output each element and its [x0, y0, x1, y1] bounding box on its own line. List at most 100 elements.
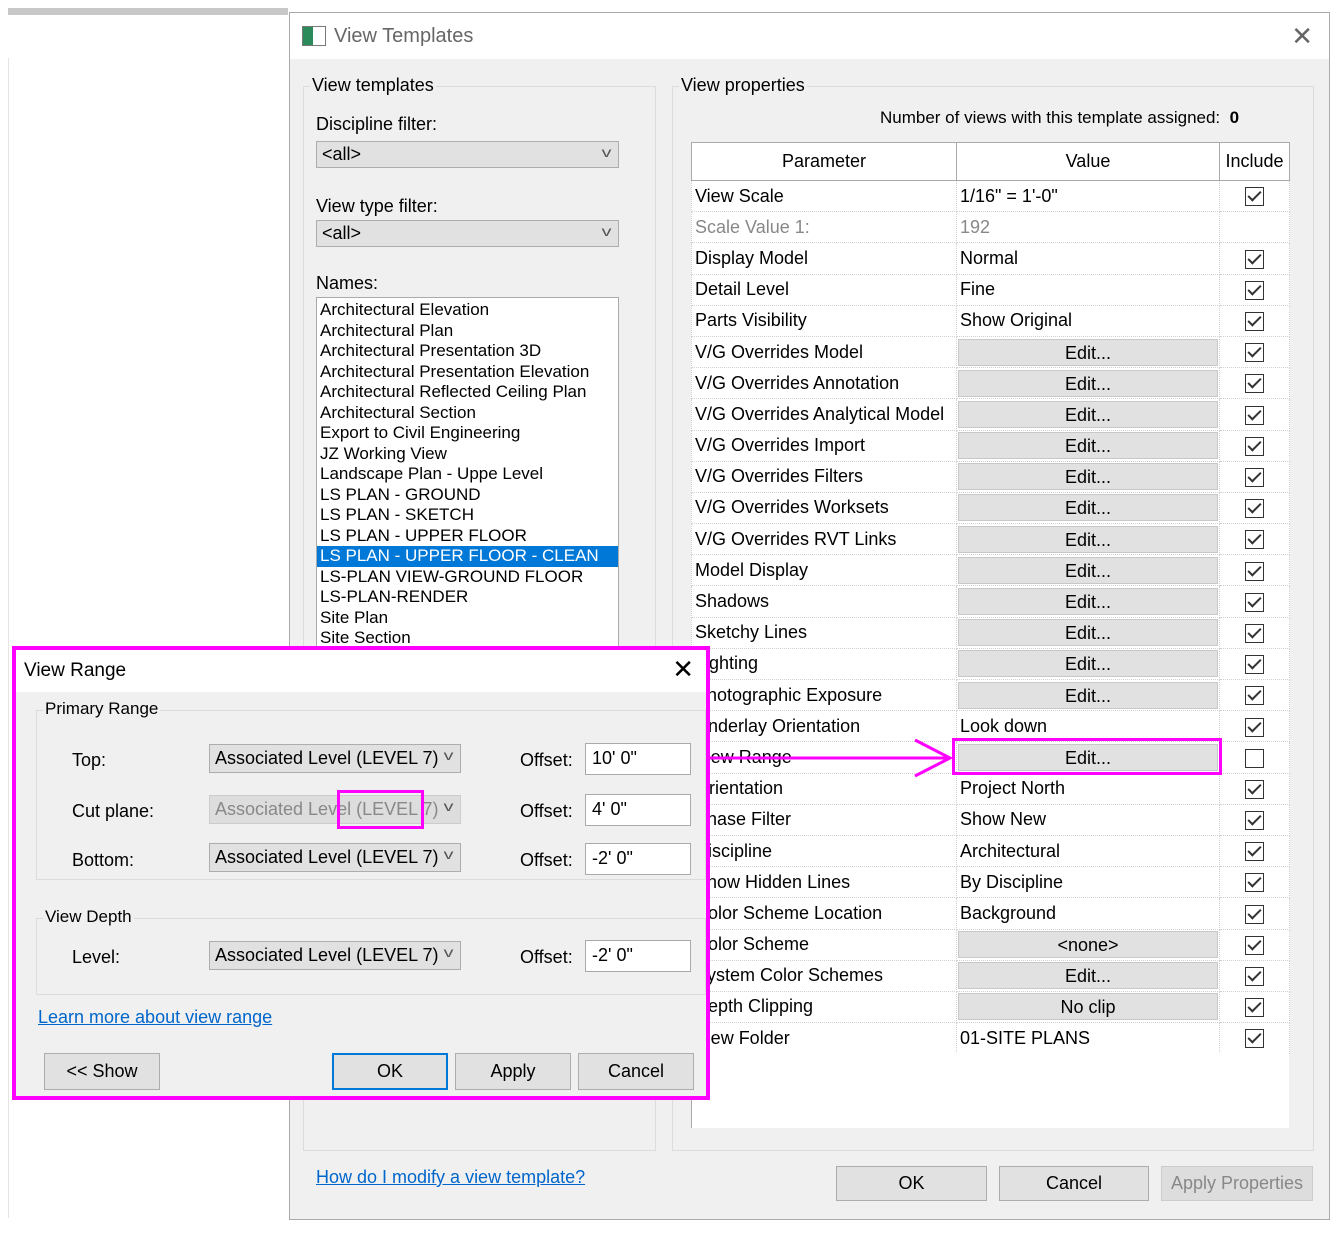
value-cell[interactable]: By Discipline: [956, 866, 1220, 899]
include-checkbox[interactable]: [1245, 561, 1264, 581]
value-cell[interactable]: Project North: [956, 772, 1220, 805]
edit-button[interactable]: Edit...: [958, 588, 1218, 616]
close-icon[interactable]: ✕: [1291, 21, 1313, 52]
ok-button[interactable]: OK: [332, 1053, 448, 1090]
column-header-parameter[interactable]: Parameter: [691, 142, 957, 181]
table-row: V/G Overrides Filters Edit...: [691, 460, 1290, 493]
top-level-select[interactable]: Associated Level (LEVEL 7) v: [209, 744, 461, 773]
include-checkbox[interactable]: [1245, 187, 1264, 207]
include-cell: [1219, 678, 1290, 712]
list-item[interactable]: Architectural Presentation Elevation: [317, 362, 618, 383]
list-item[interactable]: Architectural Elevation: [317, 300, 618, 321]
list-item[interactable]: Architectural Plan: [317, 321, 618, 342]
value-cell[interactable]: Show New: [956, 803, 1220, 836]
include-checkbox[interactable]: [1245, 623, 1264, 643]
value-cell[interactable]: Show Original: [956, 304, 1220, 337]
list-item[interactable]: Architectural Section: [317, 403, 618, 424]
include-checkbox[interactable]: [1245, 343, 1264, 363]
list-item[interactable]: Architectural Reflected Ceiling Plan: [317, 382, 618, 403]
include-checkbox[interactable]: [1245, 312, 1264, 332]
include-checkbox[interactable]: [1245, 405, 1264, 425]
value-cell[interactable]: 1/16" = 1'-0": [956, 179, 1220, 213]
include-checkbox[interactable]: [1245, 530, 1264, 550]
include-checkbox[interactable]: [1245, 374, 1264, 394]
value-cell: Edit...: [956, 367, 1220, 400]
edit-button[interactable]: Edit...: [958, 338, 1218, 366]
edit-button[interactable]: Edit...: [958, 432, 1218, 460]
include-checkbox[interactable]: [1245, 935, 1264, 955]
column-header-value[interactable]: Value: [956, 142, 1220, 181]
edit-button[interactable]: Edit...: [958, 962, 1218, 990]
view-type-filter-select[interactable]: <all> v: [316, 220, 619, 247]
include-checkbox[interactable]: [1245, 779, 1264, 799]
edit-button[interactable]: Edit...: [958, 650, 1218, 678]
include-checkbox[interactable]: [1245, 468, 1264, 488]
edit-button[interactable]: Edit...: [958, 525, 1218, 553]
include-checkbox[interactable]: [1245, 811, 1264, 831]
bottom-offset-input[interactable]: -2' 0": [585, 843, 691, 875]
show-button[interactable]: << Show: [44, 1053, 160, 1090]
edit-button[interactable]: Edit...: [958, 681, 1218, 709]
top-offset-input[interactable]: 10' 0": [585, 743, 691, 775]
list-item[interactable]: JZ Working View: [317, 444, 618, 465]
edit-button[interactable]: Edit...: [958, 494, 1218, 522]
include-checkbox[interactable]: [1245, 499, 1264, 519]
include-checkbox[interactable]: [1245, 998, 1264, 1018]
edit-button[interactable]: Edit...: [958, 556, 1218, 584]
include-checkbox[interactable]: [1245, 873, 1264, 893]
cut-plane-offset-input[interactable]: 4' 0": [585, 794, 691, 826]
discipline-filter-select[interactable]: <all> v: [316, 141, 619, 168]
include-cell: [1219, 367, 1290, 400]
include-checkbox[interactable]: [1245, 436, 1264, 456]
value-cell[interactable]: Fine: [956, 273, 1220, 306]
include-checkbox[interactable]: [1245, 842, 1264, 862]
include-checkbox[interactable]: [1245, 967, 1264, 987]
include-checkbox[interactable]: [1245, 717, 1264, 737]
include-checkbox[interactable]: [1245, 686, 1264, 706]
names-list[interactable]: Architectural Elevation Architectural Pla…: [316, 297, 619, 657]
list-item[interactable]: Export to Civil Engineering: [317, 423, 618, 444]
edit-button[interactable]: Edit...: [958, 463, 1218, 491]
apply-properties-button[interactable]: Apply Properties: [1161, 1166, 1313, 1201]
cancel-button[interactable]: Cancel: [578, 1053, 694, 1090]
depth-offset-input[interactable]: -2' 0": [585, 940, 691, 972]
edit-button[interactable]: Edit...: [958, 369, 1218, 397]
list-item[interactable]: Site Plan: [317, 608, 618, 629]
include-checkbox[interactable]: [1245, 592, 1264, 612]
ok-button[interactable]: OK: [836, 1166, 987, 1201]
list-item[interactable]: LS PLAN - UPPER FLOOR - CLEAN: [317, 546, 618, 567]
bottom-level-select[interactable]: Associated Level (LEVEL 7) v: [209, 843, 461, 872]
close-icon[interactable]: ✕: [672, 654, 694, 685]
help-link[interactable]: How do I modify a view template?: [316, 1167, 585, 1188]
learn-more-link[interactable]: Learn more about view range: [38, 1007, 272, 1028]
apply-button[interactable]: Apply: [455, 1053, 571, 1090]
include-checkbox[interactable]: [1245, 280, 1264, 300]
parameter-cell: Sketchy Lines: [691, 616, 957, 649]
list-item[interactable]: LS PLAN - UPPER FLOOR: [317, 526, 618, 547]
edit-button[interactable]: Edit...: [958, 619, 1218, 647]
include-checkbox[interactable]: [1245, 748, 1264, 768]
include-checkbox[interactable]: [1245, 1029, 1264, 1049]
edit-button[interactable]: <none>: [958, 931, 1218, 959]
table-row: Color Scheme Location Background: [691, 897, 1290, 930]
include-checkbox[interactable]: [1245, 904, 1264, 924]
edit-button[interactable]: No clip: [958, 993, 1218, 1021]
value-cell[interactable]: Background: [956, 897, 1220, 930]
list-item[interactable]: LS PLAN - GROUND: [317, 485, 618, 506]
value-cell[interactable]: 192: [956, 211, 1220, 244]
list-item[interactable]: Architectural Presentation 3D: [317, 341, 618, 362]
include-checkbox[interactable]: [1245, 655, 1264, 675]
table-row: Lighting Edit...: [691, 647, 1290, 681]
column-header-include[interactable]: Include: [1219, 142, 1290, 181]
cancel-button[interactable]: Cancel: [999, 1166, 1149, 1201]
edit-button[interactable]: Edit...: [958, 400, 1218, 428]
list-item[interactable]: LS-PLAN-RENDER: [317, 587, 618, 608]
value-cell[interactable]: Architectural: [956, 834, 1220, 868]
include-checkbox[interactable]: [1245, 249, 1264, 269]
list-item[interactable]: LS-PLAN VIEW-GROUND FLOOR: [317, 567, 618, 588]
depth-level-select[interactable]: Associated Level (LEVEL 7) v: [209, 941, 461, 970]
list-item[interactable]: LS PLAN - SKETCH: [317, 505, 618, 526]
value-cell[interactable]: Normal: [956, 242, 1220, 275]
value-cell[interactable]: 01-SITE PLANS: [956, 1022, 1220, 1055]
list-item[interactable]: Landscape Plan - Uppe Level: [317, 464, 618, 485]
